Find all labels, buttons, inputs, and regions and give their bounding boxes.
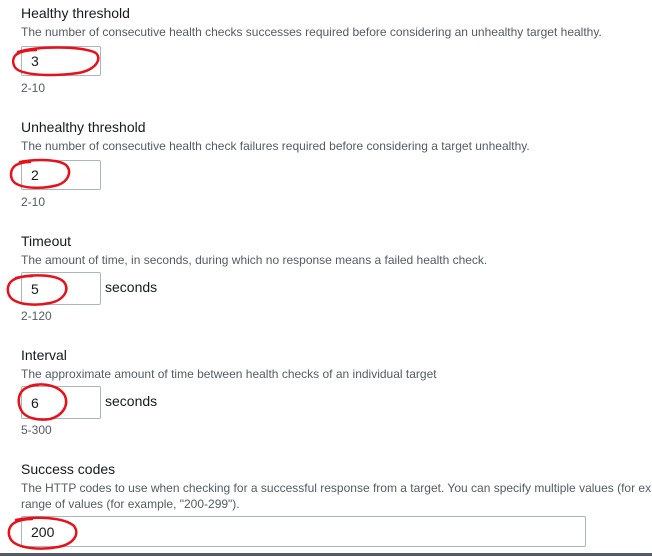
timeout-suffix: seconds — [105, 279, 158, 295]
timeout-label: Timeout — [21, 233, 72, 249]
success-codes-description-line1: The HTTP codes to use when checking for … — [21, 481, 652, 495]
healthy-threshold-constraint: 2-10 — [21, 81, 46, 95]
timeout-constraint: 2-120 — [21, 309, 52, 323]
unhealthy-threshold-label: Unhealthy threshold — [21, 119, 146, 135]
unhealthy-threshold-description: The number of consecutive health check f… — [21, 139, 530, 153]
interval-label: Interval — [21, 347, 67, 363]
healthy-threshold-input[interactable] — [21, 46, 101, 76]
timeout-description: The amount of time, in seconds, during w… — [21, 253, 488, 267]
interval-suffix: seconds — [105, 393, 158, 409]
unhealthy-threshold-constraint: 2-10 — [21, 195, 46, 209]
interval-constraint: 5-300 — [21, 423, 52, 437]
success-codes-input[interactable] — [21, 516, 586, 547]
success-codes-description-line2: range of values (for example, "200-299")… — [21, 497, 240, 511]
interval-input[interactable] — [21, 386, 101, 419]
interval-description: The approximate amount of time between h… — [21, 367, 437, 381]
timeout-input[interactable] — [21, 272, 101, 305]
healthy-threshold-label: Healthy threshold — [21, 5, 130, 21]
success-codes-label: Success codes — [21, 461, 116, 477]
unhealthy-threshold-input[interactable] — [21, 160, 101, 190]
healthy-threshold-description: The number of consecutive health checks … — [21, 25, 602, 39]
